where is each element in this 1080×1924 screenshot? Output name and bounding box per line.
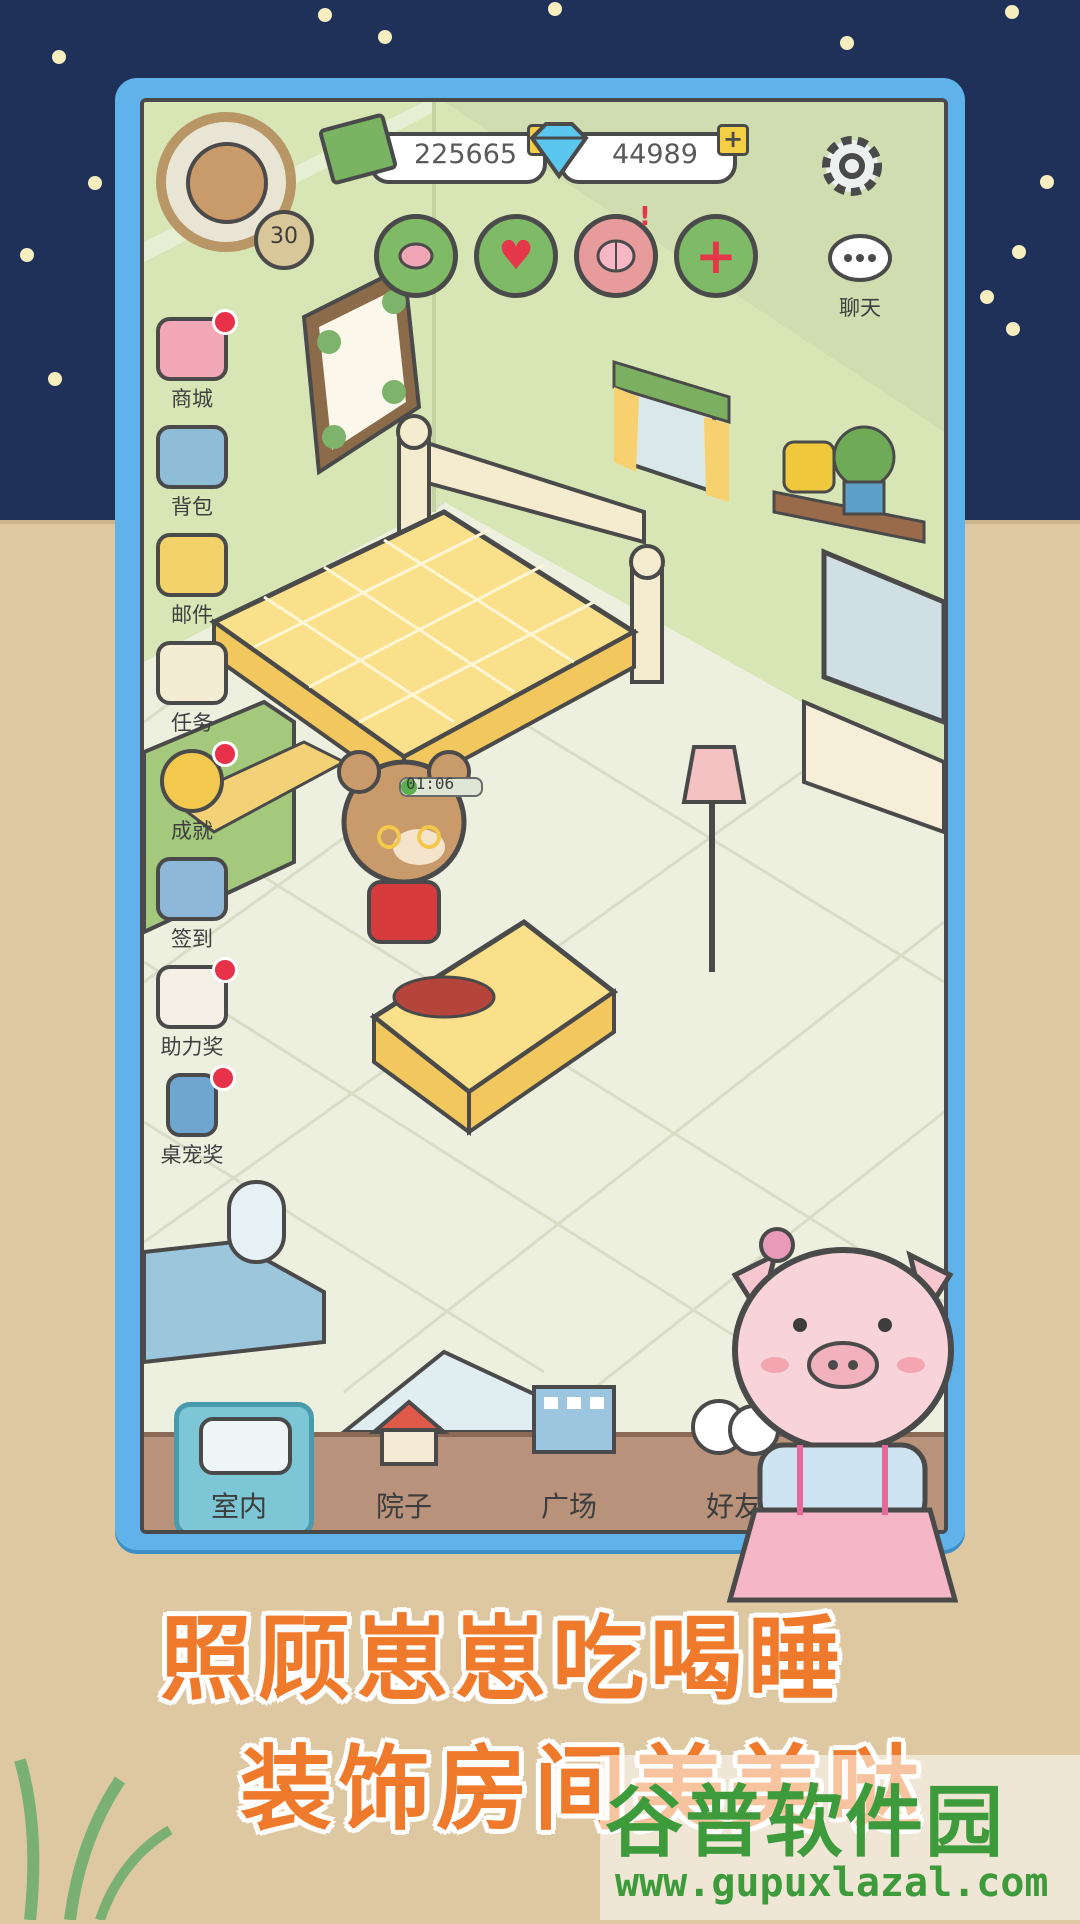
mood-status-button[interactable]: ♥ — [474, 214, 558, 298]
sidebar-item-boost-reward[interactable]: 助力奖 — [144, 957, 247, 1073]
building-icon — [532, 1385, 616, 1454]
sidebar-item-achievements[interactable]: 成就 — [144, 741, 247, 857]
sidebar-item-desk-pet-reward[interactable]: 桌宠奖 — [144, 1065, 247, 1181]
checkin-icon — [156, 857, 228, 921]
brain-icon — [596, 239, 636, 273]
level-badge: 30 — [254, 210, 314, 270]
tab-label: 院子 — [375, 1490, 432, 1523]
medal-icon — [160, 741, 238, 813]
sidebar-item-label: 助力奖 — [160, 1035, 224, 1059]
sidebar-item-label: 背包 — [171, 495, 213, 519]
sidebar-item-label: 成就 — [171, 819, 213, 843]
sidebar-item-label: 签到 — [171, 927, 213, 951]
notification-dot — [212, 957, 238, 983]
tab-label: 室内 — [210, 1490, 267, 1523]
meat-icon — [398, 242, 434, 270]
chat-label: 聊天 — [839, 296, 881, 320]
bed-icon — [199, 1417, 292, 1475]
sidebar-item-label: 桌宠奖 — [160, 1143, 224, 1167]
alert-mark: ! — [639, 202, 651, 232]
sidebar-item-backpack[interactable]: 背包 — [144, 425, 247, 533]
sidebar-item-tasks[interactable]: 任务 — [144, 641, 247, 749]
gems-value: 44989 — [612, 139, 698, 170]
notification-dot — [212, 741, 238, 767]
sidebar-item-mail[interactable]: 邮件 — [144, 533, 247, 641]
tab-indoor[interactable]: 室内 — [174, 1402, 334, 1530]
food-status-button[interactable] — [374, 214, 458, 298]
chat-button[interactable]: 聊天 — [820, 232, 900, 322]
phone-pet-icon — [166, 1065, 236, 1137]
diamond-icon — [529, 122, 589, 180]
player-avatar[interactable]: 30 — [144, 102, 314, 270]
gear-icon — [822, 136, 882, 196]
coins-value: 225665 — [414, 139, 518, 170]
tab-yard[interactable]: 院子 — [324, 1399, 484, 1530]
backpack-icon — [156, 425, 228, 489]
add-gems-button[interactable]: + — [717, 124, 749, 156]
sidebar-item-shop[interactable]: 商城 — [144, 309, 247, 425]
task-board-icon — [156, 641, 228, 705]
notification-dot — [210, 1065, 236, 1091]
pig-mascot — [726, 1227, 959, 1603]
settings-button[interactable] — [812, 126, 892, 206]
level-text: 30 — [270, 224, 298, 249]
grass-decoration — [14, 1758, 173, 1920]
bear-avatar-icon — [186, 142, 268, 224]
sidebar-item-checkin[interactable]: 签到 — [144, 857, 247, 965]
watermark-title: 谷普软件园 — [605, 1778, 1006, 1868]
house-icon — [368, 1399, 450, 1466]
caption-line-1: 照顾崽崽吃喝睡 — [160, 1606, 847, 1713]
panda-gift-icon — [156, 957, 238, 1029]
watermark-url: www.gupuxlazal.com — [615, 1860, 1049, 1906]
sidebar-item-label: 任务 — [171, 711, 213, 735]
sidebar-item-label: 邮件 — [171, 603, 213, 627]
mail-icon — [156, 533, 228, 597]
sidebar: 商城 背包 邮件 任务 成就 签到 助力奖 桌宠奖 — [144, 309, 257, 1181]
heart-icon: ♥ — [498, 233, 534, 279]
sidebar-item-label: 商城 — [171, 387, 213, 411]
health-cross-icon: + — [695, 227, 737, 285]
sleep-timer-text: 01:06 — [406, 774, 455, 793]
tab-plaza[interactable]: 广场 — [489, 1385, 649, 1530]
chat-bubble-icon — [828, 234, 892, 282]
health-status-button[interactable]: + — [674, 214, 758, 298]
tab-label: 广场 — [540, 1490, 597, 1523]
shop-icon — [156, 309, 238, 381]
notification-dot — [212, 309, 238, 335]
